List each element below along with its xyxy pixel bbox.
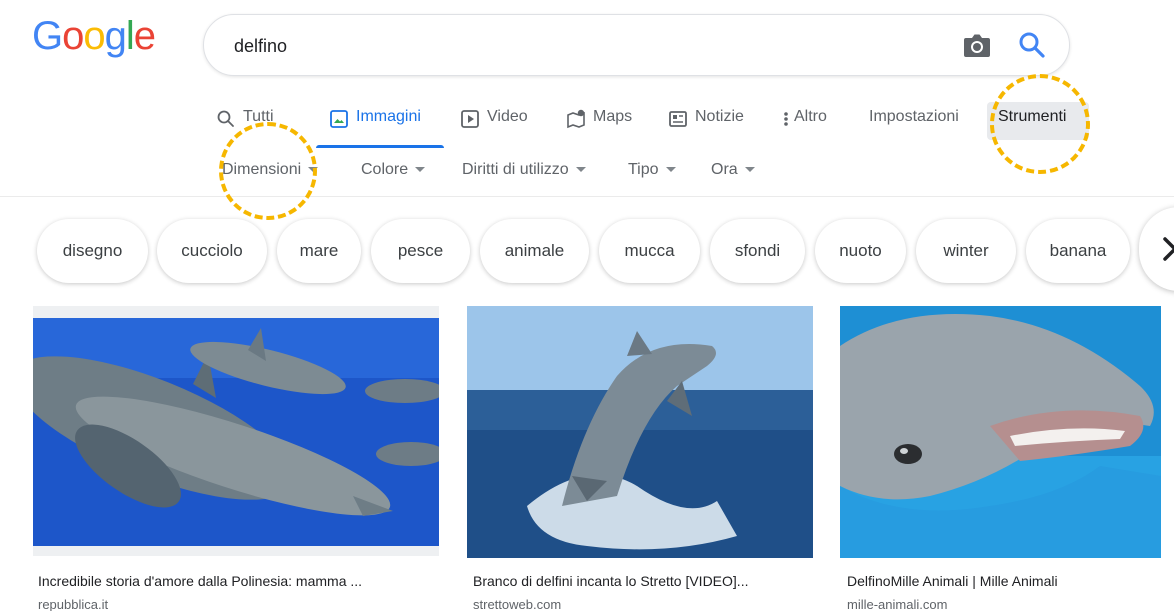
tab-immagini[interactable]: Immagini <box>329 108 421 144</box>
result-source[interactable]: repubblica.it <box>38 597 108 611</box>
tab-strumenti[interactable]: Strumenti <box>998 108 1066 144</box>
result-title[interactable]: DelfinoMille Animali | Mille Animali <box>847 573 1161 589</box>
chip-label: banana <box>1049 241 1107 260</box>
google-logo[interactable]: Google <box>32 14 156 58</box>
tab-label: Notizie <box>695 108 744 125</box>
caret-down-icon <box>308 167 319 173</box>
result-source[interactable]: strettoweb.com <box>473 597 561 611</box>
camera-icon[interactable] <box>962 31 992 59</box>
logo-letter: o <box>83 14 105 58</box>
filter-diritti[interactable]: Diritti di utilizzo <box>462 161 586 179</box>
chip-pesce[interactable]: pesce <box>371 219 470 283</box>
filter-ora[interactable]: Ora <box>711 161 755 179</box>
caret-down-icon <box>665 167 676 173</box>
tab-label: Strumenti <box>998 108 1067 125</box>
search-box <box>203 14 1070 76</box>
chip-label: winter <box>943 241 989 260</box>
filter-tipo[interactable]: Tipo <box>628 161 676 179</box>
caret-down-icon <box>744 167 755 173</box>
filter-label: Diritti di utilizzo <box>462 161 569 178</box>
chip-label: animale <box>504 241 565 260</box>
chip-label: pesce <box>397 241 444 260</box>
result-thumbnail[interactable] <box>467 306 813 558</box>
logo-letter: o <box>62 14 84 58</box>
chip-winter[interactable]: winter <box>916 219 1016 283</box>
tab-label: Tutti <box>243 108 274 125</box>
logo-letter: l <box>125 14 135 58</box>
chip-label: nuoto <box>839 241 882 260</box>
chip-label: sfondi <box>734 241 781 260</box>
caret-down-icon <box>575 167 586 173</box>
tab-label: Maps <box>593 108 633 125</box>
tools-filter-row: Dimensioni Colore Diritti di utilizzo Ti… <box>0 161 1174 185</box>
chip-animale[interactable]: animale <box>480 219 589 283</box>
image-icon <box>329 109 349 129</box>
tab-maps[interactable]: Maps <box>566 108 632 144</box>
play-icon <box>460 109 480 129</box>
logo-letter: e <box>133 14 156 58</box>
chip-sfondi[interactable]: sfondi <box>710 219 805 283</box>
tab-label: Impostazioni <box>869 108 959 125</box>
tab-label: Video <box>487 108 528 125</box>
tab-video[interactable]: Video <box>460 108 528 144</box>
filter-label: Tipo <box>628 161 659 178</box>
tab-notizie[interactable]: Notizie <box>668 108 744 144</box>
active-tab-underline <box>316 145 444 148</box>
tab-label: Altro <box>794 108 827 125</box>
map-pin-icon <box>566 109 586 129</box>
filter-label: Ora <box>711 161 738 178</box>
chip-nuoto[interactable]: nuoto <box>815 219 906 283</box>
chip-mare[interactable]: mare <box>277 219 361 283</box>
result-thumbnail[interactable] <box>840 306 1161 558</box>
chip-mucca[interactable]: mucca <box>599 219 700 283</box>
tab-label: Immagini <box>356 108 421 125</box>
chip-label: mare <box>299 241 339 260</box>
chevron-right-icon <box>1163 237 1174 261</box>
header-divider <box>0 196 1174 197</box>
filter-label: Colore <box>361 161 409 178</box>
search-icon[interactable] <box>1016 29 1048 61</box>
search-input[interactable] <box>234 34 914 58</box>
tab-tutti[interactable]: Tutti <box>216 108 274 144</box>
tab-impostazioni[interactable]: Impostazioni <box>869 108 959 144</box>
more-vert-icon <box>781 109 791 129</box>
news-icon <box>668 109 688 129</box>
chip-label: disegno <box>62 241 123 260</box>
filter-colore[interactable]: Colore <box>361 161 426 179</box>
related-searches-chips: disegno cucciolo mare pesce animale mucc… <box>0 219 1174 283</box>
caret-down-icon <box>415 167 426 173</box>
chip-banana[interactable]: banana <box>1026 219 1130 283</box>
chip-label: mucca <box>624 241 675 260</box>
chip-label: cucciolo <box>181 241 243 260</box>
chip-disegno[interactable]: disegno <box>37 219 148 283</box>
result-title[interactable]: Branco di delfini incanta lo Stretto [VI… <box>473 573 813 589</box>
logo-letter: G <box>32 14 63 58</box>
filter-dimensioni[interactable]: Dimensioni <box>222 161 319 179</box>
search-icon <box>216 109 236 129</box>
search-tabs: Tutti Immagini Video Maps Notizie Altro … <box>0 108 1174 144</box>
filter-label: Dimensioni <box>222 161 302 178</box>
result-thumbnail[interactable] <box>33 306 439 556</box>
tab-altro[interactable]: Altro <box>781 108 827 144</box>
logo-letter: g <box>104 14 127 58</box>
result-title[interactable]: Incredibile storia d'amore dalla Polines… <box>38 573 438 589</box>
chip-cucciolo[interactable]: cucciolo <box>157 219 267 283</box>
result-source[interactable]: mille-animali.com <box>847 597 947 611</box>
